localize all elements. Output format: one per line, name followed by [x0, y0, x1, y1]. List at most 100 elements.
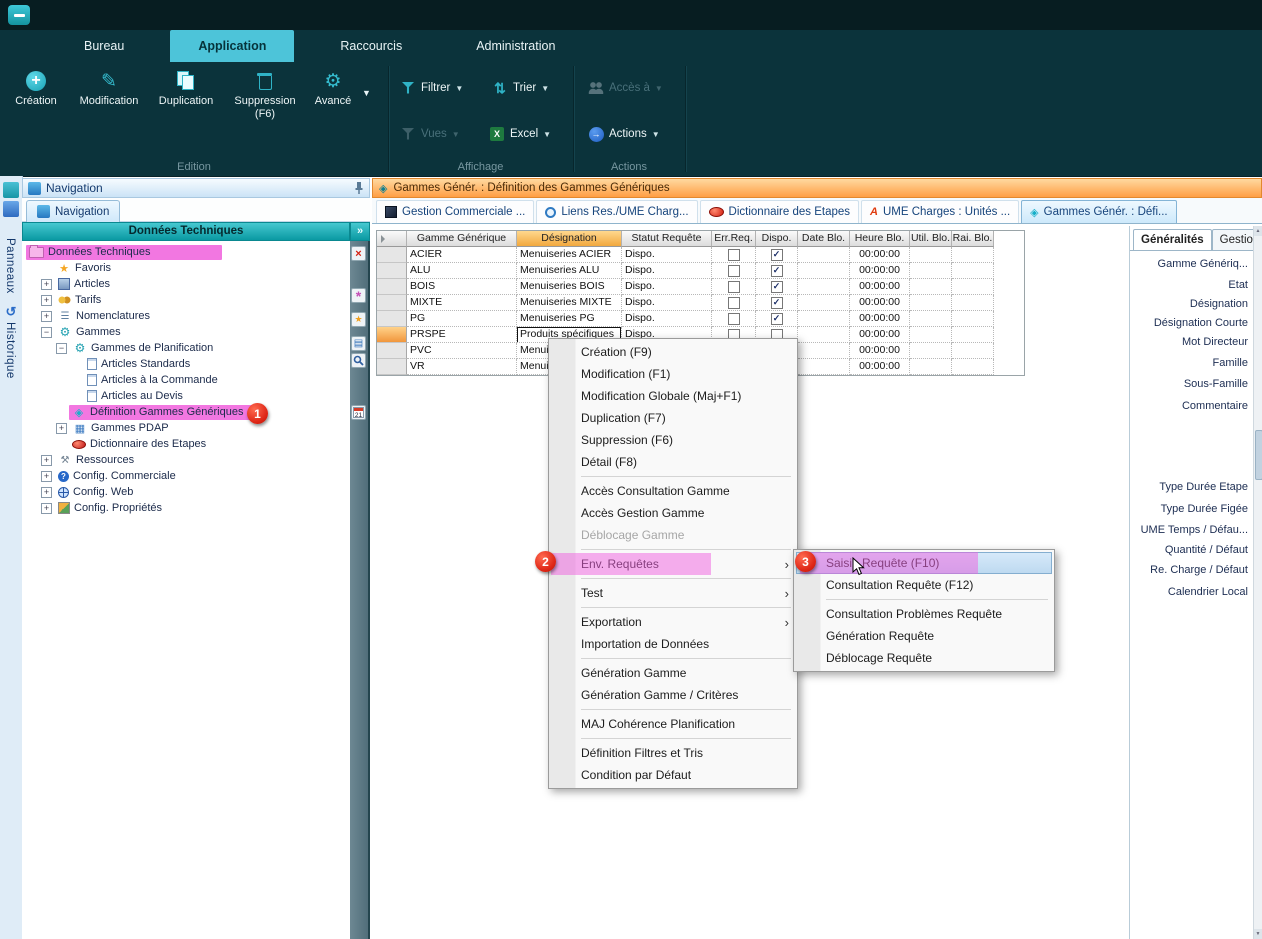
- history-icon[interactable]: ↺: [3, 304, 19, 320]
- actions-button[interactable]: Actions ▼: [588, 122, 660, 146]
- checkbox[interactable]: ✓: [771, 313, 783, 325]
- menu-item-test[interactable]: Test›: [551, 582, 795, 604]
- menu-item-saisie-requ-te-f10[interactable]: Saisie Requête (F10): [796, 552, 1052, 574]
- checkbox[interactable]: ✓: [771, 265, 783, 277]
- trier-button[interactable]: Trier ▼: [492, 76, 549, 100]
- menu-item-acc-s-consultation-gamme[interactable]: Accès Consultation Gamme: [551, 480, 795, 502]
- checkbox[interactable]: [728, 265, 740, 277]
- document-tab-ume-charges-unit-s[interactable]: UME Charges : Unités ...: [861, 200, 1019, 223]
- grid-row-acier[interactable]: ACIERMenuiseries ACIERDispo.✓00:00:00: [377, 247, 1024, 263]
- tree-item-config-commerciale[interactable]: +Config. Commerciale: [22, 468, 350, 484]
- menu-item-cr-ation-f9[interactable]: Création (F9): [551, 341, 795, 363]
- tree-item-config-web[interactable]: +Config. Web: [22, 484, 350, 500]
- menu-item-g-n-ration-requ-te[interactable]: Génération Requête: [796, 625, 1052, 647]
- menu-item-duplication-f7[interactable]: Duplication (F7): [551, 407, 795, 429]
- column-header-heure-blo[interactable]: Heure Blo.: [850, 231, 910, 247]
- expand-toggle[interactable]: +: [41, 455, 52, 466]
- avance-button[interactable]: Avancé: [306, 70, 360, 108]
- tree-item-donn-es-techniques[interactable]: Données Techniques: [22, 244, 350, 260]
- tree-item-articles-la-commande[interactable]: Articles à la Commande: [22, 372, 350, 388]
- row-selector[interactable]: [377, 343, 407, 359]
- row-selector[interactable]: [377, 263, 407, 279]
- checkbox[interactable]: ✓: [771, 297, 783, 309]
- document-tab-gammes-g-n-r-d-fi[interactable]: Gammes Génér. : Défi...: [1021, 200, 1176, 223]
- column-header-statut-requ-te[interactable]: Statut Requête: [622, 231, 712, 247]
- tree-item-ressources[interactable]: +Ressources: [22, 452, 350, 468]
- vertical-scrollbar[interactable]: ▲ ▼: [1253, 226, 1262, 939]
- menu-item-condition-par-d-faut[interactable]: Condition par Défaut: [551, 764, 795, 786]
- tree-item-gammes-de-planification[interactable]: −Gammes de Planification: [22, 340, 350, 356]
- expand-toggle[interactable]: −: [41, 327, 52, 338]
- views-layers-button[interactable]: ▤: [351, 336, 366, 351]
- tree-item-articles[interactable]: +Articles: [22, 276, 350, 292]
- menu-item-maj-coh-rence-planification[interactable]: MAJ Cohérence Planification: [551, 713, 795, 735]
- tab-application[interactable]: Application: [170, 30, 294, 62]
- checkbox[interactable]: [728, 313, 740, 325]
- document-tab-dictionnaire-des-etapes[interactable]: Dictionnaire des Etapes: [700, 200, 859, 223]
- column-header-rai-blo[interactable]: Rai. Blo.: [952, 231, 994, 247]
- tree-item-nomenclatures[interactable]: +Nomenclatures: [22, 308, 350, 324]
- expand-toggle[interactable]: +: [41, 311, 52, 322]
- checkbox[interactable]: ✓: [771, 281, 783, 293]
- checkbox[interactable]: [728, 281, 740, 293]
- menu-item-exportation[interactable]: Exportation›: [551, 611, 795, 633]
- column-header-err-req[interactable]: Err.Req.: [712, 231, 756, 247]
- grid-row-mixte[interactable]: MIXTEMenuiseries MIXTEDispo.✓00:00:00: [377, 295, 1024, 311]
- menu-item-d-blocage-requ-te[interactable]: Déblocage Requête: [796, 647, 1052, 669]
- close-red-button[interactable]: ×: [351, 246, 366, 261]
- suppression-button[interactable]: Suppression (F6): [228, 70, 302, 121]
- row-selector[interactable]: [377, 279, 407, 295]
- menu-item-d-finition-filtres-et-tris[interactable]: Définition Filtres et Tris: [551, 742, 795, 764]
- expand-toggle[interactable]: +: [41, 487, 52, 498]
- column-header-util-blo[interactable]: Util. Blo.: [910, 231, 952, 247]
- tree-item-d-finition-gammes-g-n-riques[interactable]: Définition Gammes Génériques: [22, 404, 350, 420]
- tree-item-gammes-pdap[interactable]: +Gammes PDAP: [22, 420, 350, 436]
- panels-icon[interactable]: [3, 182, 19, 198]
- scroll-up-arrow-icon[interactable]: ▲: [1254, 226, 1262, 236]
- menu-item-consultation-requ-te-f12[interactable]: Consultation Requête (F12): [796, 574, 1052, 596]
- column-header-d-signation[interactable]: Désignation: [517, 231, 622, 247]
- search-button[interactable]: [351, 353, 366, 368]
- tree-item-articles-standards[interactable]: Articles Standards: [22, 356, 350, 372]
- menu-item-modification-globale-maj-f1[interactable]: Modification Globale (Maj+F1): [551, 385, 795, 407]
- expand-toggle[interactable]: +: [41, 503, 52, 514]
- flower-settings-button[interactable]: *: [351, 288, 366, 303]
- checkbox[interactable]: [728, 297, 740, 309]
- tree-item-favoris[interactable]: Favoris: [22, 260, 350, 276]
- grid-row-bois[interactable]: BOISMenuiseries BOISDispo.✓00:00:00: [377, 279, 1024, 295]
- expand-toggle[interactable]: +: [41, 279, 52, 290]
- expand-toggle[interactable]: +: [41, 295, 52, 306]
- tab-gestion-info[interactable]: Gestion Info: [1212, 229, 1254, 250]
- column-header-selector[interactable]: [377, 231, 407, 247]
- tab-generalites[interactable]: Généralités: [1133, 229, 1212, 250]
- row-selector[interactable]: [377, 311, 407, 327]
- scroll-down-arrow-icon[interactable]: ▼: [1254, 929, 1262, 939]
- column-header-dispo[interactable]: Dispo.: [756, 231, 798, 247]
- collapse-panel-button[interactable]: »: [350, 222, 370, 241]
- tab-bureau[interactable]: Bureau: [56, 30, 152, 62]
- tab-navigation[interactable]: Navigation: [26, 200, 120, 222]
- column-header-date-blo[interactable]: Date Blo.: [798, 231, 850, 247]
- calendar-button[interactable]: 21: [351, 405, 366, 420]
- menu-item-importation-de-donn-es[interactable]: Importation de Données: [551, 633, 795, 655]
- filtrer-button[interactable]: Filtrer ▼: [400, 76, 463, 100]
- tab-raccourcis[interactable]: Raccourcis: [312, 30, 430, 62]
- tree-item-gammes[interactable]: −Gammes: [22, 324, 350, 340]
- menu-item-d-tail-f8[interactable]: Détail (F8): [551, 451, 795, 473]
- tab-administration[interactable]: Administration: [448, 30, 583, 62]
- expand-toggle[interactable]: −: [56, 343, 67, 354]
- tree-item-tarifs[interactable]: +Tarifs: [22, 292, 350, 308]
- scrollbar-thumb[interactable]: [1255, 430, 1262, 480]
- row-selector[interactable]: [377, 295, 407, 311]
- expand-toggle[interactable]: +: [56, 423, 67, 434]
- tree-item-dictionnaire-des-etapes[interactable]: Dictionnaire des Etapes: [22, 436, 350, 452]
- row-selector[interactable]: [377, 327, 407, 343]
- row-selector[interactable]: [377, 359, 407, 375]
- expand-toggle[interactable]: +: [41, 471, 52, 482]
- column-header-gamme-g-n-rique[interactable]: Gamme Générique: [407, 231, 517, 247]
- menu-item-g-n-ration-gamme-crit-res[interactable]: Génération Gamme / Critères: [551, 684, 795, 706]
- checkbox[interactable]: ✓: [771, 249, 783, 261]
- pin-icon[interactable]: [354, 181, 364, 195]
- menu-item-env-requ-tes[interactable]: Env. Requêtes›: [551, 553, 795, 575]
- avance-dropdown-caret-icon[interactable]: ▼: [362, 88, 371, 98]
